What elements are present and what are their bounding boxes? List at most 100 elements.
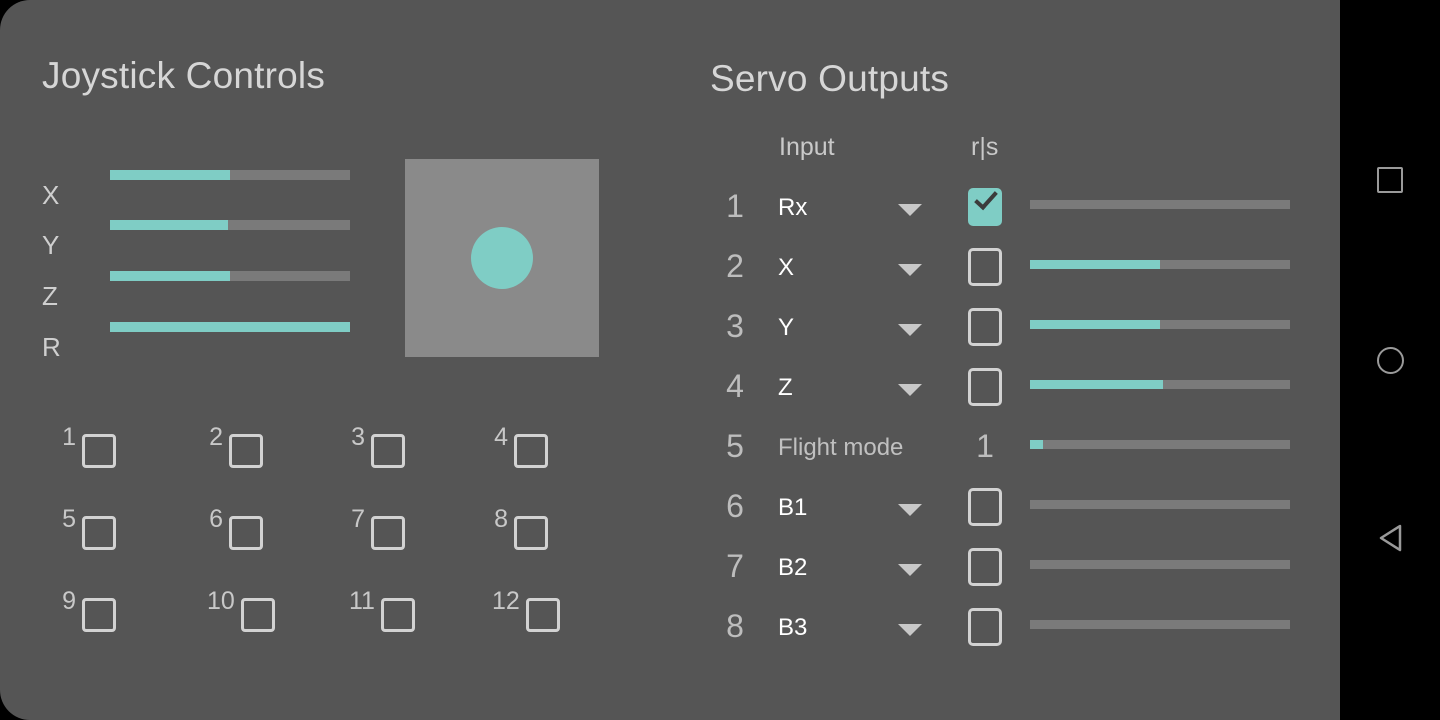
servo-row: 8 B3: [710, 598, 1310, 658]
chevron-down-icon[interactable]: [898, 564, 922, 576]
servo-input-select[interactable]: B2: [778, 556, 807, 580]
chevron-down-icon[interactable]: [898, 264, 922, 276]
joystick-knob[interactable]: [471, 227, 533, 289]
axis-slider[interactable]: [110, 271, 350, 281]
servo-rs-checkbox[interactable]: [968, 248, 1002, 286]
axis-slider[interactable]: [110, 322, 350, 332]
servo-output-slider[interactable]: [1030, 440, 1290, 449]
joystick-button-number: 3: [351, 423, 365, 451]
joystick-button-number: 11: [349, 587, 375, 615]
servo-input-select[interactable]: Rx: [778, 196, 807, 220]
servo-output-slider-fill: [1030, 440, 1043, 449]
joystick-button-1[interactable]: 1: [60, 425, 116, 468]
joystick-button-number: 2: [209, 423, 223, 451]
servo-row: 4Z: [710, 358, 1310, 418]
joystick-button-checkbox[interactable]: [82, 598, 116, 632]
joystick-button-3[interactable]: 3: [349, 425, 405, 468]
joystick-button-checkbox[interactable]: [514, 516, 548, 550]
joystick-button-2[interactable]: 2: [207, 425, 263, 468]
axis-row-x: X: [42, 170, 362, 220]
servo-row-number: 7: [726, 548, 744, 584]
servo-input-select[interactable]: B1: [778, 496, 807, 520]
joystick-pad[interactable]: [405, 159, 599, 357]
joystick-button-8[interactable]: 8: [492, 507, 548, 550]
joystick-button-number: 6: [209, 505, 223, 533]
android-navbar: [1340, 0, 1440, 720]
joystick-button-4[interactable]: 4: [492, 425, 548, 468]
servo-output-slider[interactable]: [1030, 200, 1290, 209]
servo-output-slider-fill: [1030, 260, 1160, 269]
joystick-button-checkbox[interactable]: [371, 434, 405, 468]
joystick-button-number: 12: [492, 587, 520, 615]
triangle-back-icon: [1376, 523, 1404, 558]
axis-slider[interactable]: [110, 170, 350, 180]
servo-row-number: 2: [726, 248, 744, 284]
servo-input-select[interactable]: B3: [778, 616, 807, 640]
axis-slider-fill: [110, 322, 350, 332]
axis-slider-fill: [110, 170, 230, 180]
servo-row-number: 3: [726, 308, 744, 344]
axis-label: R: [42, 332, 61, 362]
servo-rs-checkbox[interactable]: [968, 185, 1002, 226]
servo-input-select[interactable]: Z: [778, 376, 793, 400]
servo-output-slider[interactable]: [1030, 620, 1290, 629]
servo-output-slider[interactable]: [1030, 380, 1290, 389]
servo-rs-checkbox[interactable]: [968, 368, 1002, 406]
joystick-button-checkbox[interactable]: [380, 598, 415, 632]
chevron-down-icon[interactable]: [898, 204, 922, 216]
joystick-button-checkbox[interactable]: [82, 434, 116, 468]
chevron-down-icon[interactable]: [898, 384, 922, 396]
joystick-button-number: 8: [494, 505, 508, 533]
servo-row-number: 8: [726, 608, 744, 644]
screen: Joystick Controls XYZR 1 2 3 4 5 6 7 8 9 10 11 12 S…: [0, 0, 1440, 720]
servo-output-slider-fill: [1030, 380, 1163, 389]
joystick-button-checkbox[interactable]: [229, 516, 263, 550]
chevron-down-icon[interactable]: [898, 624, 922, 636]
joystick-button-checkbox[interactable]: [229, 434, 263, 468]
joystick-button-12[interactable]: 12: [492, 589, 560, 632]
chevron-down-icon[interactable]: [898, 504, 922, 516]
joystick-button-7[interactable]: 7: [349, 507, 405, 550]
servo-rs-checkbox[interactable]: [968, 308, 1002, 346]
servo-rs-checkbox[interactable]: [968, 608, 1002, 646]
axis-slider[interactable]: [110, 220, 350, 230]
chevron-down-icon[interactable]: [898, 324, 922, 336]
axis-label: X: [42, 180, 60, 210]
axis-row-y: Y: [42, 220, 362, 270]
servo-input-select: Flight mode: [778, 434, 904, 461]
axis-row-z: Z: [42, 271, 362, 321]
home-button[interactable]: [1368, 338, 1412, 382]
servo-input-select[interactable]: X: [778, 256, 794, 280]
joystick-button-number: 7: [351, 505, 365, 533]
axis-slider-fill: [110, 220, 228, 230]
axis-slider-fill: [110, 271, 230, 281]
axis-row-r: R: [42, 322, 362, 372]
joystick-button-10[interactable]: 10: [207, 589, 275, 632]
servo-output-slider[interactable]: [1030, 560, 1290, 569]
servo-output-slider[interactable]: [1030, 500, 1290, 509]
joystick-button-6[interactable]: 6: [207, 507, 263, 550]
back-button[interactable]: [1368, 518, 1412, 562]
servo-output-slider[interactable]: [1030, 320, 1290, 329]
joystick-button-11[interactable]: 11: [349, 589, 415, 632]
recents-button[interactable]: [1368, 158, 1412, 202]
servo-row-number: 6: [726, 488, 744, 524]
joystick-button-checkbox[interactable]: [514, 434, 548, 468]
joystick-button-checkbox[interactable]: [525, 598, 560, 632]
servo-rs-checkbox[interactable]: [968, 488, 1002, 526]
app-card: Joystick Controls XYZR 1 2 3 4 5 6 7 8 9 10 11 12 S…: [0, 0, 1340, 720]
servo-rs-checkbox[interactable]: [968, 548, 1002, 586]
joystick-button-checkbox[interactable]: [240, 598, 275, 632]
servo-row: 3Y: [710, 298, 1310, 358]
joystick-button-9[interactable]: 9: [60, 589, 116, 632]
servo-output-slider[interactable]: [1030, 260, 1290, 269]
joystick-button-5[interactable]: 5: [60, 507, 116, 550]
joystick-button-checkbox[interactable]: [82, 516, 116, 550]
servo-input-select[interactable]: Y: [778, 316, 794, 340]
servo-row-number: 4: [726, 368, 744, 404]
circle-home-icon: [1376, 346, 1404, 374]
joystick-panel-title: Joystick Controls: [42, 55, 326, 96]
joystick-button-number: 10: [207, 587, 235, 615]
joystick-button-number: 9: [62, 587, 76, 615]
joystick-button-checkbox[interactable]: [371, 516, 405, 550]
